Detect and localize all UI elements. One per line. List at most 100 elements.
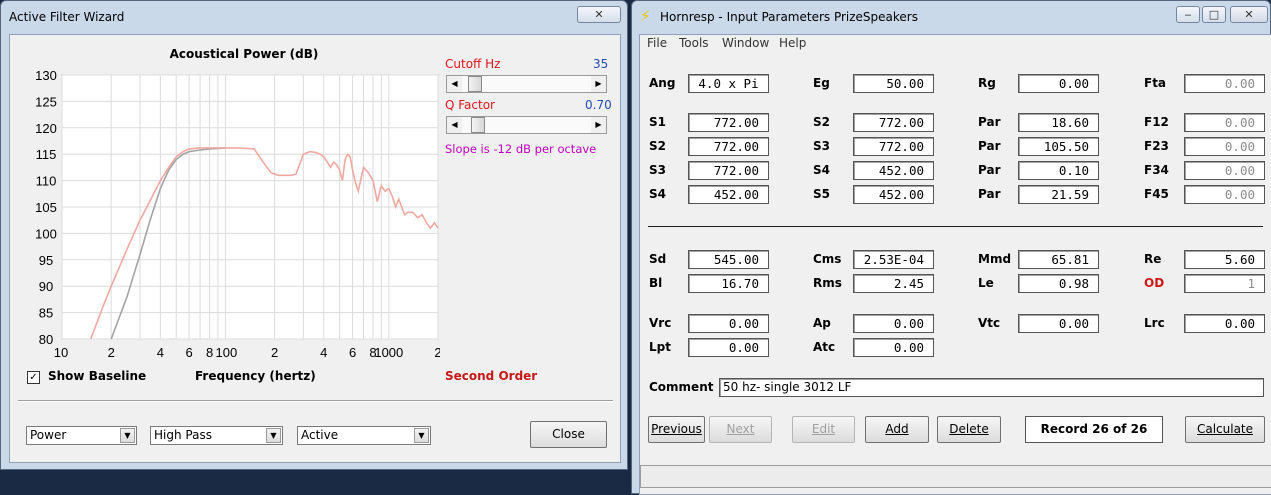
param-field-eg[interactable]: 50.00 bbox=[853, 74, 934, 93]
param-label-par: Par bbox=[978, 163, 1001, 177]
calculate-button[interactable]: Calculate bbox=[1185, 416, 1265, 443]
param-field-vrc[interactable]: 0.00 bbox=[688, 314, 769, 333]
comment-field[interactable]: 50 hz- single 3012 LF bbox=[719, 378, 1264, 397]
param-label-s4: S4 bbox=[649, 187, 666, 201]
param-label-od: OD bbox=[1144, 276, 1165, 290]
param-label-atc: Atc bbox=[813, 340, 836, 354]
minimize-icon[interactable]: ‒ bbox=[1176, 6, 1200, 23]
param-field-bl[interactable]: 16.70 bbox=[688, 274, 769, 293]
slider-right-arrow-icon[interactable]: ▶ bbox=[591, 117, 606, 133]
param-label-mmd: Mmd bbox=[978, 252, 1012, 266]
param-field-rg[interactable]: 0.00 bbox=[1018, 74, 1099, 93]
param-field-fta[interactable]: 0.00 bbox=[1184, 74, 1265, 93]
y-tick-label: 120 bbox=[35, 121, 57, 136]
slider-right-arrow-icon[interactable]: ▶ bbox=[591, 76, 606, 92]
param-field-vtc[interactable]: 0.00 bbox=[1018, 314, 1099, 333]
close-icon[interactable]: ✕ bbox=[577, 6, 621, 23]
y-tick-label: 95 bbox=[39, 253, 53, 268]
x-tick-label: 4 bbox=[157, 345, 164, 360]
y-tick-label: 80 bbox=[39, 332, 53, 347]
show-baseline-checkbox[interactable]: ✓ bbox=[27, 371, 40, 384]
param-field-f45[interactable]: 0.00 bbox=[1184, 185, 1265, 204]
previous-button[interactable]: Previous bbox=[648, 416, 705, 443]
param-field-lrc[interactable]: 0.00 bbox=[1184, 314, 1265, 333]
edit-button[interactable]: Edit bbox=[792, 416, 855, 443]
hornresp-client: File Tools Window Help Ang 4.0 x Pi Eg 50.0… bbox=[639, 34, 1271, 495]
y-tick-label: 105 bbox=[35, 200, 57, 215]
param-label-le: Le bbox=[978, 276, 994, 290]
param-field-s3[interactable]: 772.00 bbox=[853, 137, 934, 156]
param-field-s2[interactable]: 772.00 bbox=[688, 137, 769, 156]
param-field-ap[interactable]: 0.00 bbox=[853, 314, 934, 333]
filter-type-select[interactable]: High Pass ▼ bbox=[150, 426, 283, 445]
add-button-label: Add bbox=[885, 422, 909, 436]
param-field-f34[interactable]: 0.00 bbox=[1184, 161, 1265, 180]
q-factor-slider-thumb[interactable] bbox=[471, 117, 486, 133]
x-tick-label: 8 bbox=[206, 345, 213, 360]
param-field-s3[interactable]: 772.00 bbox=[688, 161, 769, 180]
param-field-s1[interactable]: 772.00 bbox=[688, 113, 769, 132]
close-button[interactable]: Close bbox=[530, 421, 607, 448]
response-type-select[interactable]: Power ▼ bbox=[26, 426, 137, 445]
param-field-lpt[interactable]: 0.00 bbox=[688, 338, 769, 357]
record-indicator: Record 26 of 26 bbox=[1025, 416, 1163, 443]
hornresp-titlebar[interactable]: ⚡ Hornresp - Input Parameters PrizeSpeak… bbox=[632, 1, 1270, 29]
param-field-mmd[interactable]: 65.81 bbox=[1018, 250, 1099, 269]
next-button[interactable]: Next bbox=[709, 416, 772, 443]
menu-help[interactable]: Help bbox=[779, 36, 806, 50]
close-icon[interactable]: ✕ bbox=[1230, 6, 1268, 23]
param-field-od[interactable]: 1 bbox=[1184, 274, 1265, 293]
filter-mode-select[interactable]: Active ▼ bbox=[297, 426, 431, 445]
x-tick-label: 10 bbox=[54, 345, 68, 360]
param-field-s5[interactable]: 452.00 bbox=[853, 185, 934, 204]
chevron-down-icon[interactable]: ▼ bbox=[120, 428, 135, 443]
response-type-value: Power bbox=[30, 428, 67, 442]
param-field-par[interactable]: 21.59 bbox=[1018, 185, 1099, 204]
menu-file[interactable]: File bbox=[647, 36, 667, 50]
cutoff-slider[interactable]: ◀ ▶ bbox=[446, 75, 607, 93]
param-field-le[interactable]: 0.98 bbox=[1018, 274, 1099, 293]
slider-left-arrow-icon[interactable]: ◀ bbox=[447, 117, 462, 133]
filter-titlebar[interactable]: Active Filter Wizard ✕ bbox=[1, 1, 627, 29]
edit-button-label: Edit bbox=[811, 422, 836, 436]
param-label-s3: S3 bbox=[813, 139, 830, 153]
chevron-down-icon[interactable]: ▼ bbox=[266, 428, 281, 443]
add-button[interactable]: Add bbox=[865, 416, 929, 443]
x-tick-label: 6 bbox=[186, 345, 193, 360]
x-tick-label: 2 bbox=[271, 345, 278, 360]
slider-left-arrow-icon[interactable]: ◀ bbox=[447, 76, 462, 92]
param-label-s5: S5 bbox=[813, 187, 830, 201]
delete-button[interactable]: Delete bbox=[937, 416, 1001, 443]
section-divider bbox=[648, 226, 1263, 227]
param-field-s4[interactable]: 452.00 bbox=[853, 161, 934, 180]
menu-window[interactable]: Window bbox=[722, 36, 769, 50]
active-filter-wizard-window: Active Filter Wizard ✕ Acoustical Power … bbox=[0, 0, 628, 470]
comment-label: Comment bbox=[649, 380, 714, 394]
param-field-s4[interactable]: 452.00 bbox=[688, 185, 769, 204]
param-field-rms[interactable]: 2.45 bbox=[853, 274, 934, 293]
menu-tools[interactable]: Tools bbox=[679, 36, 709, 50]
restore-icon[interactable]: □ bbox=[1202, 6, 1226, 23]
param-field-par[interactable]: 105.50 bbox=[1018, 137, 1099, 156]
divider bbox=[18, 400, 613, 402]
param-field-cms[interactable]: 2.53E-04 bbox=[853, 250, 934, 269]
y-tick-label: 85 bbox=[39, 306, 53, 321]
param-field-re[interactable]: 5.60 bbox=[1184, 250, 1265, 269]
param-field-ang[interactable]: 4.0 x Pi bbox=[688, 74, 769, 93]
param-field-atc[interactable]: 0.00 bbox=[853, 338, 934, 357]
x-tick-label: 1000 bbox=[374, 345, 403, 360]
param-field-sd[interactable]: 545.00 bbox=[688, 250, 769, 269]
param-field-f12[interactable]: 0.00 bbox=[1184, 113, 1265, 132]
param-label-bl: Bl bbox=[649, 276, 663, 290]
x-tick-label: 6 bbox=[349, 345, 356, 360]
param-field-f23[interactable]: 0.00 bbox=[1184, 137, 1265, 156]
param-field-par[interactable]: 0.10 bbox=[1018, 161, 1099, 180]
delete-button-label: Delete bbox=[949, 422, 989, 436]
q-factor-slider[interactable]: ◀ ▶ bbox=[446, 116, 607, 134]
cutoff-slider-thumb[interactable] bbox=[467, 76, 482, 92]
param-field-par[interactable]: 18.60 bbox=[1018, 113, 1099, 132]
param-label-s4: S4 bbox=[813, 163, 830, 177]
chevron-down-icon[interactable]: ▼ bbox=[414, 428, 429, 443]
param-field-s2[interactable]: 772.00 bbox=[853, 113, 934, 132]
param-label-sd: Sd bbox=[649, 252, 667, 266]
